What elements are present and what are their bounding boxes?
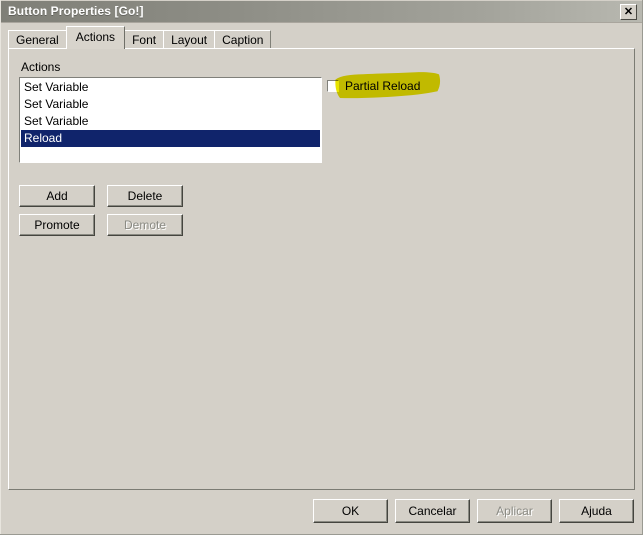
tab-actions-label: Actions	[75, 30, 116, 44]
help-button[interactable]: Ajuda	[559, 499, 634, 523]
dialog-button-bar: OK Cancelar Aplicar Ajuda	[0, 0, 643, 535]
help-button-label: Ajuda	[581, 504, 612, 518]
apply-button: Aplicar	[477, 499, 552, 523]
cancel-button-label: Cancelar	[408, 504, 457, 518]
ok-button[interactable]: OK	[313, 499, 388, 523]
apply-button-label: Aplicar	[496, 504, 533, 518]
ok-button-label: OK	[341, 504, 360, 518]
cancel-button[interactable]: Cancelar	[395, 499, 470, 523]
tab-actions[interactable]: Actions	[65, 26, 126, 49]
button-properties-dialog: Button Properties [Go!] ✕ General Action…	[0, 0, 643, 535]
